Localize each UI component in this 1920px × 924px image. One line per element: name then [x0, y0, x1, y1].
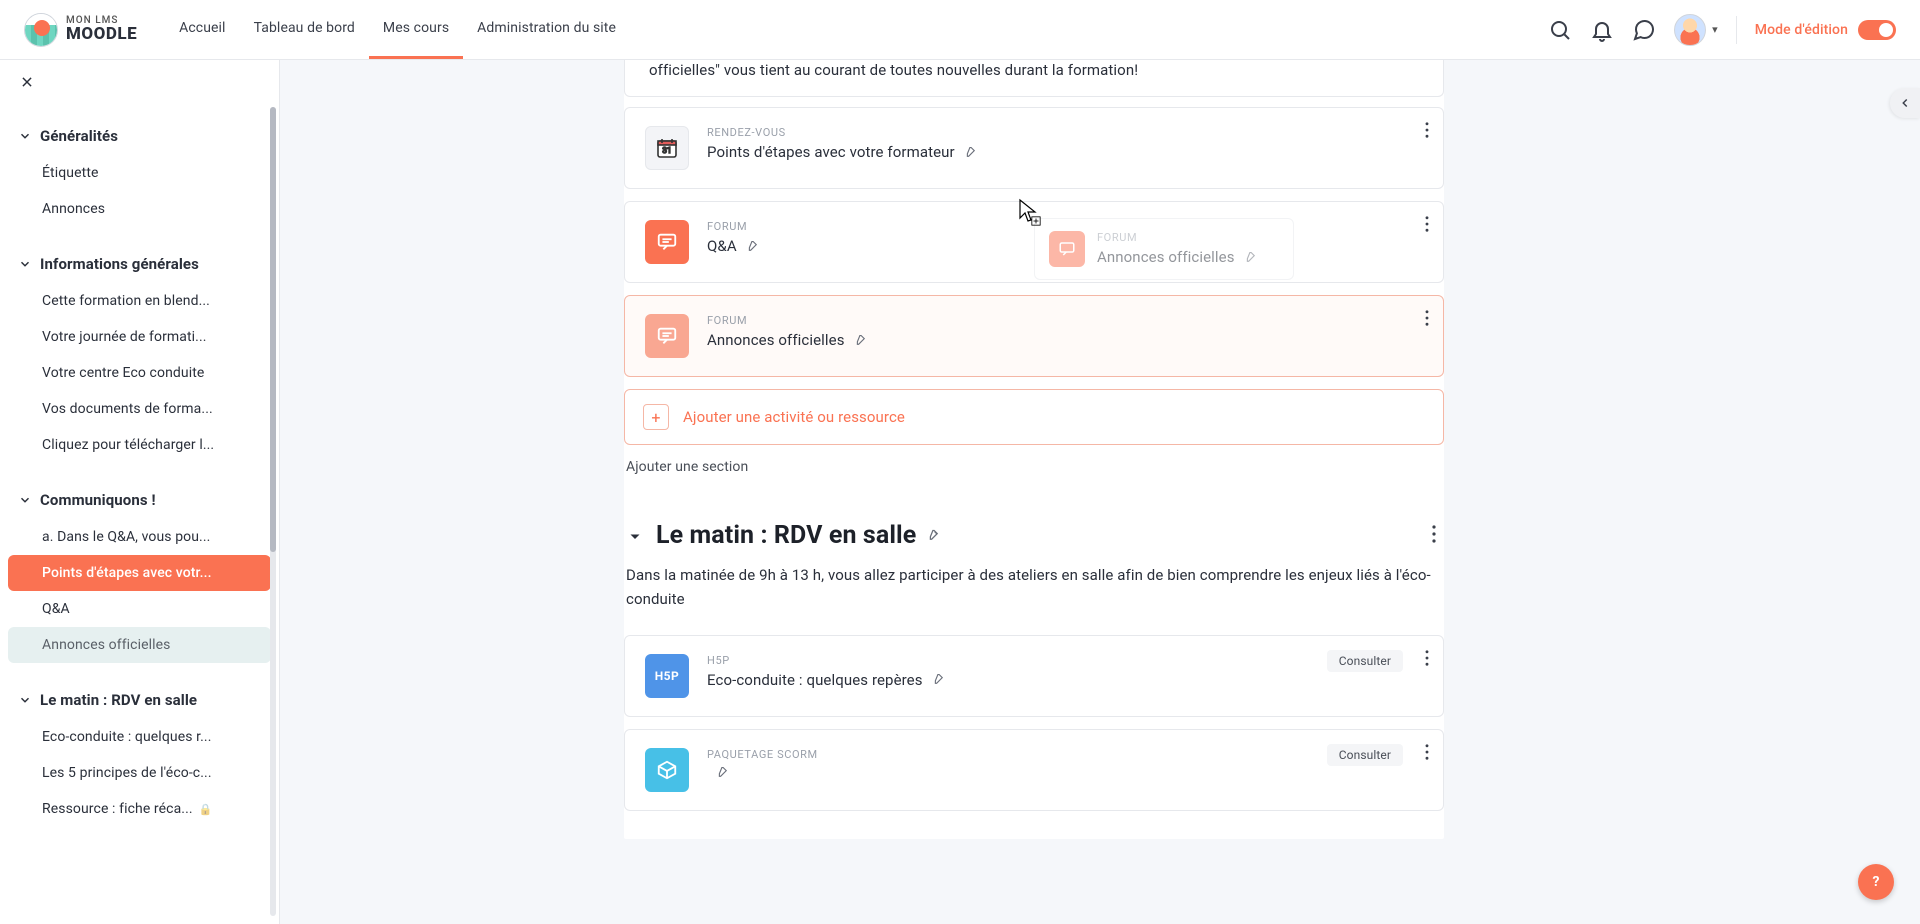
nav-dashboard[interactable]: Tableau de bord — [240, 0, 369, 59]
scorm-icon — [645, 748, 689, 792]
brand-line2: MOODLE — [66, 26, 137, 43]
section-title: Le matin : RDV en salle — [656, 521, 916, 550]
sidebar-item[interactable]: Votre journée de formati... — [8, 319, 271, 355]
search-icon[interactable] — [1548, 18, 1572, 42]
pencil-icon[interactable] — [931, 672, 946, 687]
activity-type-label: H5P — [707, 654, 1423, 667]
sidebar-item[interactable]: Étiquette — [8, 155, 271, 191]
pencil-icon[interactable] — [853, 333, 868, 348]
edit-mode-label: Mode d'édition — [1755, 22, 1848, 38]
brand-logo[interactable]: MON LMS MOODLE — [24, 13, 137, 47]
sidebar-item[interactable]: Annonces — [8, 191, 271, 227]
bell-icon[interactable] — [1590, 18, 1614, 42]
pencil-icon[interactable] — [745, 239, 760, 254]
activity-menu-button[interactable] — [1425, 744, 1429, 764]
activity-menu-button[interactable] — [1425, 122, 1429, 142]
sidebar-item[interactable]: Q&A — [8, 591, 271, 627]
activity-card[interactable]: FORUM Q&A — [624, 201, 1444, 283]
sidebar-section-toggle[interactable]: Communiquons ! — [0, 485, 279, 515]
add-section-link[interactable]: Ajouter une section — [626, 459, 748, 475]
activity-card[interactable]: H5P H5P Eco-conduite : quelques repères Con… — [624, 635, 1444, 717]
activity-title: Eco-conduite : quelques repères — [707, 671, 923, 689]
divider — [1736, 16, 1737, 44]
activity-card[interactable]: 31 RENDEZ-VOUS Points d'étapes avec votre … — [624, 107, 1444, 189]
activity-menu-button[interactable] — [1425, 650, 1429, 670]
activity-menu-button[interactable] — [1425, 310, 1429, 330]
section-menu-button[interactable] — [1432, 525, 1444, 547]
sidebar-item[interactable]: Cliquez pour télécharger l... — [8, 427, 271, 463]
add-activity-label: Ajouter une activité ou ressource — [683, 408, 905, 426]
activity-card[interactable]: FORUM Annonces officielles — [624, 295, 1444, 377]
section-header: Le matin : RDV en salle — [626, 521, 1444, 550]
collapse-section-icon[interactable] — [626, 527, 644, 545]
activity-type-label: FORUM — [707, 220, 1423, 233]
switch-on — [1858, 20, 1896, 40]
view-button[interactable]: Consulter — [1327, 744, 1403, 766]
sidebar-section-toggle[interactable]: Généralités — [0, 121, 279, 151]
sidebar-item[interactable]: Vos documents de forma... — [8, 391, 271, 427]
section-description-fragment: officielles" vous tient au courant de to… — [624, 59, 1444, 97]
sidebar-scrollbar[interactable] — [270, 107, 276, 916]
sidebar-section-toggle[interactable]: Informations générales — [0, 249, 279, 279]
section-description: Dans la matinée de 9h à 13 h, vous allez… — [626, 564, 1444, 611]
forum-icon — [645, 314, 689, 358]
h5p-icon: H5P — [645, 654, 689, 698]
sidebar-item[interactable]: a. Dans le Q&A, vous pou... — [8, 519, 271, 555]
nav-my-courses[interactable]: Mes cours — [369, 0, 463, 59]
topbar: MON LMS MOODLE Accueil Tableau de bord M… — [0, 0, 1920, 59]
avatar — [1674, 14, 1706, 46]
plus-icon: + — [643, 404, 669, 430]
sidebar-item[interactable]: Points d'étapes avec votr... — [8, 555, 271, 591]
main-content: officielles" vous tient au courant de to… — [280, 59, 1920, 924]
activity-title: Points d'étapes avec votre formateur — [707, 143, 955, 161]
nav-site-admin[interactable]: Administration du site — [463, 0, 630, 59]
calendar-icon: 31 — [645, 126, 689, 170]
activity-menu-button[interactable] — [1425, 216, 1429, 236]
sidebar-item[interactable]: Cette formation en blend... — [8, 283, 271, 319]
activity-type-label: FORUM — [707, 314, 1423, 327]
sidebar-item[interactable]: Votre centre Eco conduite — [8, 355, 271, 391]
pencil-icon[interactable] — [715, 765, 730, 780]
brand-mark — [24, 13, 58, 47]
forum-icon — [645, 220, 689, 264]
sidebar: Généralités ÉtiquetteAnnonces Informations… — [0, 59, 280, 924]
sidebar-item[interactable]: Eco-conduite : quelques r... — [8, 719, 271, 755]
edit-mode-toggle[interactable]: Mode d'édition — [1755, 20, 1896, 40]
close-drawer-button[interactable] — [0, 67, 279, 99]
activity-type-label: PAQUETAGE SCORM — [707, 748, 1423, 761]
nav-home[interactable]: Accueil — [165, 0, 239, 59]
pencil-icon[interactable] — [926, 528, 941, 543]
main-nav: Accueil Tableau de bord Mes cours Admini… — [165, 0, 630, 59]
sidebar-item[interactable]: Ressource : fiche réca... — [8, 791, 271, 827]
sidebar-item[interactable]: Annonces officielles — [8, 627, 271, 663]
activity-title: Annonces officielles — [707, 331, 845, 349]
open-right-drawer-button[interactable] — [1890, 88, 1920, 118]
view-button[interactable]: Consulter — [1327, 650, 1403, 672]
pencil-icon[interactable] — [963, 145, 978, 160]
user-menu[interactable]: ▾ — [1674, 14, 1718, 46]
help-button[interactable]: ? — [1858, 864, 1894, 900]
activity-card[interactable]: PAQUETAGE SCORMConsulter — [624, 729, 1444, 811]
add-activity-button[interactable]: + Ajouter une activité ou ressource — [624, 389, 1444, 445]
sidebar-item[interactable]: Les 5 principes de l'éco-c... — [8, 755, 271, 791]
sidebar-section-toggle[interactable]: Le matin : RDV en salle — [0, 685, 279, 715]
activity-title: Q&A — [707, 237, 737, 255]
chat-icon[interactable] — [1632, 18, 1656, 42]
svg-text:31: 31 — [662, 146, 671, 155]
activity-type-label: RENDEZ-VOUS — [707, 126, 1423, 139]
chevron-down-icon: ▾ — [1712, 23, 1718, 36]
